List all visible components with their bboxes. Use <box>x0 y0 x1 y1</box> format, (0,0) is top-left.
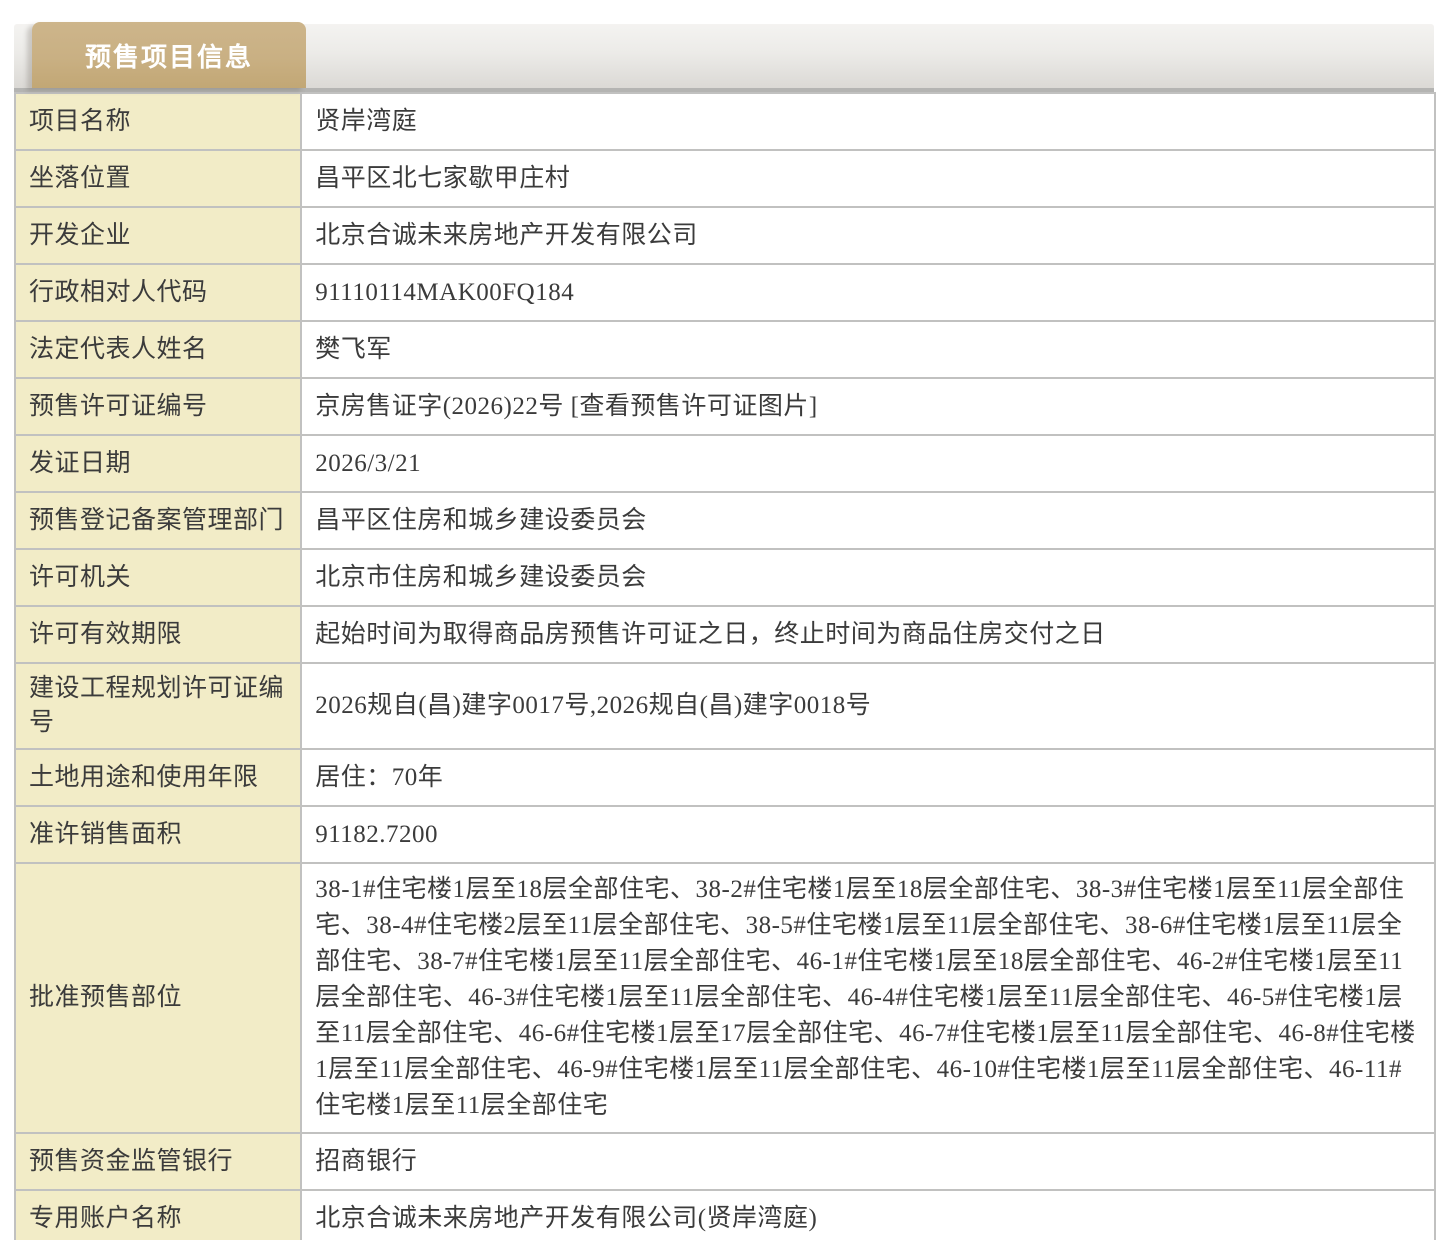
row-fund-supervision-bank: 预售资金监管银行 招商银行 <box>15 1133 1435 1190</box>
tab-presale-project-info[interactable]: 预售项目信息 <box>32 22 306 88</box>
row-approved-sales-area: 准许销售面积 91182.7200 <box>15 806 1435 863</box>
row-administrative-counterpart-code: 行政相对人代码 91110114MAK00FQ184 <box>15 264 1435 321</box>
label-special-account-name: 专用账户名称 <box>15 1190 301 1240</box>
label-legal-representative-name: 法定代表人姓名 <box>15 321 301 378</box>
row-issue-date: 发证日期 2026/3/21 <box>15 435 1435 492</box>
value-project-name: 贤岸湾庭 <box>301 93 1435 150</box>
row-construction-planning-permit-number: 建设工程规划许可证编号 2026规自(昌)建字0017号,2026规自(昌)建字… <box>15 663 1435 749</box>
row-project-name: 项目名称 贤岸湾庭 <box>15 93 1435 150</box>
label-land-use-and-term: 土地用途和使用年限 <box>15 749 301 806</box>
value-location: 昌平区北七家歇甲庄村 <box>301 150 1435 207</box>
label-construction-planning-permit-number: 建设工程规划许可证编号 <box>15 663 301 749</box>
presale-info-page: 预售项目信息 项目名称 贤岸湾庭 坐落位置 昌平区北七家歇甲庄村 开发企业 北京… <box>14 24 1434 1240</box>
value-license-validity-period: 起始时间为取得商品房预售许可证之日，终止时间为商品住房交付之日 <box>301 606 1435 663</box>
value-construction-planning-permit-number: 2026规自(昌)建字0017号,2026规自(昌)建字0018号 <box>301 663 1435 749</box>
row-license-validity-period: 许可有效期限 起始时间为取得商品房预售许可证之日，终止时间为商品住房交付之日 <box>15 606 1435 663</box>
value-presale-registration-authority: 昌平区住房和城乡建设委员会 <box>301 492 1435 549</box>
value-administrative-counterpart-code: 91110114MAK00FQ184 <box>301 264 1435 321</box>
row-land-use-and-term: 土地用途和使用年限 居住：70年 <box>15 749 1435 806</box>
row-approved-presale-parts: 批准预售部位 38-1#住宅楼1层至18层全部住宅、38-2#住宅楼1层至18层… <box>15 863 1435 1133</box>
section-header-band: 预售项目信息 <box>14 24 1434 92</box>
row-legal-representative-name: 法定代表人姓名 樊飞军 <box>15 321 1435 378</box>
label-presale-registration-authority: 预售登记备案管理部门 <box>15 492 301 549</box>
row-developer: 开发企业 北京合诚未来房地产开发有限公司 <box>15 207 1435 264</box>
value-developer: 北京合诚未来房地产开发有限公司 <box>301 207 1435 264</box>
presale-info-table: 项目名称 贤岸湾庭 坐落位置 昌平区北七家歇甲庄村 开发企业 北京合诚未来房地产… <box>14 92 1436 1240</box>
label-presale-permit-number: 预售许可证编号 <box>15 378 301 435</box>
value-presale-permit-number: 京房售证字(2026)22号 [查看预售许可证图片] <box>301 378 1435 435</box>
value-approved-sales-area: 91182.7200 <box>301 806 1435 863</box>
label-approved-sales-area: 准许销售面积 <box>15 806 301 863</box>
value-issue-date: 2026/3/21 <box>301 435 1435 492</box>
label-developer: 开发企业 <box>15 207 301 264</box>
label-licensing-authority: 许可机关 <box>15 549 301 606</box>
label-project-name: 项目名称 <box>15 93 301 150</box>
value-legal-representative-name: 樊飞军 <box>301 321 1435 378</box>
row-presale-registration-authority: 预售登记备案管理部门 昌平区住房和城乡建设委员会 <box>15 492 1435 549</box>
view-presale-permit-image-link[interactable]: [查看预售许可证图片] <box>571 393 818 420</box>
label-issue-date: 发证日期 <box>15 435 301 492</box>
label-approved-presale-parts: 批准预售部位 <box>15 863 301 1133</box>
label-fund-supervision-bank: 预售资金监管银行 <box>15 1133 301 1190</box>
value-land-use-and-term: 居住：70年 <box>301 749 1435 806</box>
value-approved-presale-parts: 38-1#住宅楼1层至18层全部住宅、38-2#住宅楼1层至18层全部住宅、38… <box>301 863 1435 1133</box>
row-presale-permit-number: 预售许可证编号 京房售证字(2026)22号 [查看预售许可证图片] <box>15 378 1435 435</box>
label-license-validity-period: 许可有效期限 <box>15 606 301 663</box>
value-fund-supervision-bank: 招商银行 <box>301 1133 1435 1190</box>
row-licensing-authority: 许可机关 北京市住房和城乡建设委员会 <box>15 549 1435 606</box>
label-location: 坐落位置 <box>15 150 301 207</box>
value-licensing-authority: 北京市住房和城乡建设委员会 <box>301 549 1435 606</box>
presale-permit-number-text: 京房售证字(2026)22号 <box>315 393 564 420</box>
row-special-account-name: 专用账户名称 北京合诚未来房地产开发有限公司(贤岸湾庭) <box>15 1190 1435 1240</box>
value-special-account-name: 北京合诚未来房地产开发有限公司(贤岸湾庭) <box>301 1190 1435 1240</box>
row-location: 坐落位置 昌平区北七家歇甲庄村 <box>15 150 1435 207</box>
label-administrative-counterpart-code: 行政相对人代码 <box>15 264 301 321</box>
